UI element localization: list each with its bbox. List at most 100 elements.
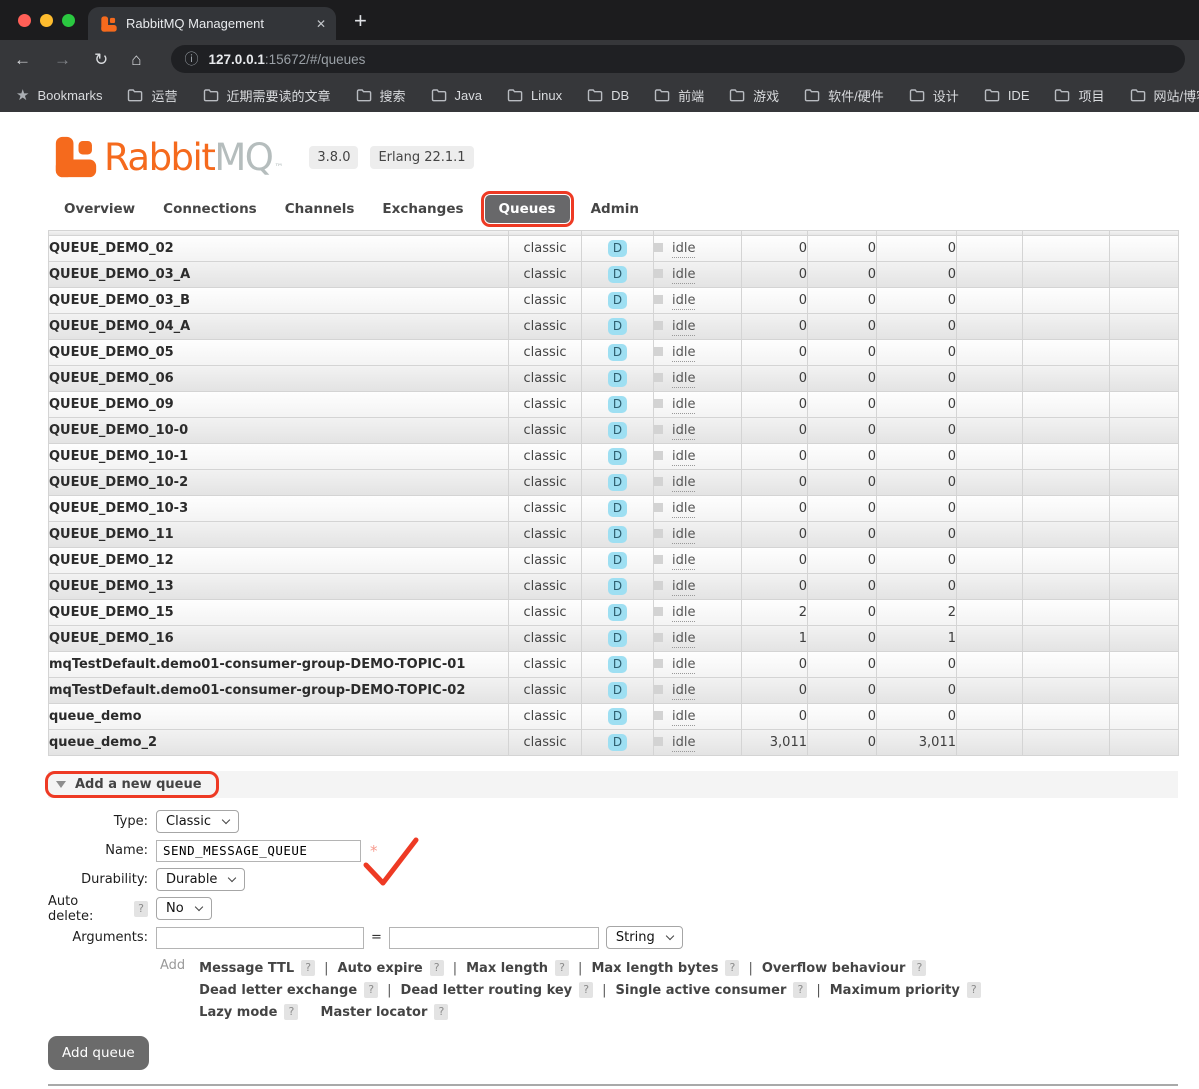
ready-cell: 0	[742, 366, 808, 392]
help-icon[interactable]: ?	[434, 1004, 448, 1020]
argument-link[interactable]: Dead letter exchange	[199, 983, 357, 998]
bookmark-folder[interactable]: 前端	[654, 86, 704, 105]
bookmark-label: 网站/博客/文章/工具	[1154, 86, 1199, 105]
reload-icon[interactable]: ↻	[94, 51, 108, 68]
argument-link[interactable]: Single active consumer	[616, 983, 787, 998]
queue-name-cell[interactable]: queue_demo_2	[49, 730, 509, 756]
queue-name-cell[interactable]: QUEUE_DEMO_05	[49, 340, 509, 366]
add-queue-button[interactable]: Add queue	[48, 1036, 149, 1070]
new-tab-button[interactable]: +	[354, 10, 367, 32]
bookmark-folder[interactable]: Java	[431, 86, 482, 105]
auto-delete-select[interactable]: No	[156, 897, 212, 920]
fullscreen-window-button[interactable]	[62, 14, 75, 27]
queue-type-cell: classic	[509, 470, 582, 496]
bookmark-folder[interactable]: DB	[587, 86, 629, 105]
add-queue-section-toggle[interactable]: Add a new queue	[45, 771, 219, 798]
queue-name-cell[interactable]: QUEUE_DEMO_12	[49, 548, 509, 574]
queue-name-cell[interactable]: queue_demo	[49, 704, 509, 730]
table-row: QUEUE_DEMO_03_AclassicDidle000	[49, 262, 1179, 288]
argument-link[interactable]: Overflow behaviour	[762, 961, 906, 976]
queue-name-input[interactable]	[156, 840, 361, 862]
cell-rate-ack-cell	[1110, 548, 1179, 574]
state-indicator-icon	[654, 321, 663, 330]
queue-name-cell[interactable]: QUEUE_DEMO_13	[49, 574, 509, 600]
bookmark-folder[interactable]: 网站/博客/文章/工具	[1130, 86, 1199, 105]
forward-icon[interactable]: →	[54, 51, 71, 68]
queue-name-cell[interactable]: QUEUE_DEMO_10-2	[49, 470, 509, 496]
bookmarks-menu[interactable]: ★ Bookmarks	[16, 86, 102, 104]
home-icon[interactable]: ⌂	[131, 51, 141, 68]
help-icon[interactable]: ?	[284, 1004, 298, 1020]
bookmark-folder[interactable]: 项目	[1054, 86, 1104, 105]
queue-name-cell[interactable]: QUEUE_DEMO_02	[49, 236, 509, 262]
bookmark-folder[interactable]: 运营	[127, 86, 177, 105]
back-icon[interactable]: ←	[14, 51, 31, 68]
argument-link[interactable]: Maximum priority	[830, 983, 960, 998]
bookmark-folder[interactable]: 设计	[909, 86, 959, 105]
tab-connections[interactable]: Connections	[149, 195, 271, 223]
queue-name-cell[interactable]: QUEUE_DEMO_10-0	[49, 418, 509, 444]
argument-link[interactable]: Auto expire	[338, 961, 423, 976]
help-icon[interactable]: ?	[912, 960, 926, 976]
queue-name-cell[interactable]: QUEUE_DEMO_06	[49, 366, 509, 392]
help-icon[interactable]: ?	[430, 960, 444, 976]
queue-name-cell[interactable]: QUEUE_DEMO_10-3	[49, 496, 509, 522]
argument-link[interactable]: Max length	[466, 961, 548, 976]
total-cell: 0	[877, 444, 957, 470]
tab-queues[interactable]: Queues	[485, 195, 570, 223]
bookmark-folder[interactable]: Linux	[507, 86, 562, 105]
close-window-button[interactable]	[18, 14, 31, 27]
minimize-window-button[interactable]	[40, 14, 53, 27]
site-info-icon[interactable]: ⓘ	[185, 49, 199, 69]
bookmark-folder[interactable]: 游戏	[729, 86, 779, 105]
queue-name-cell[interactable]: QUEUE_DEMO_03_B	[49, 288, 509, 314]
argument-link[interactable]: Lazy mode	[199, 1005, 277, 1020]
bookmark-folder[interactable]: IDE	[984, 86, 1030, 105]
durability-select[interactable]: Durable	[156, 868, 245, 891]
tab-overview[interactable]: Overview	[50, 195, 149, 223]
type-select[interactable]: Classic	[156, 810, 239, 833]
cell-rate-incoming-cell	[957, 340, 1023, 366]
queue-name-cell[interactable]: mqTestDefault.demo01-consumer-group-DEMO…	[49, 652, 509, 678]
tab-channels[interactable]: Channels	[271, 195, 369, 223]
queue-name-cell[interactable]: mqTestDefault.demo01-consumer-group-DEMO…	[49, 678, 509, 704]
argument-link[interactable]: Message TTL	[199, 961, 294, 976]
argument-line: Message TTL?|Auto expire?|Max length?|Ma…	[199, 957, 981, 979]
auto-delete-select-value: No	[166, 901, 184, 916]
help-icon[interactable]: ?	[364, 982, 378, 998]
url-field[interactable]: ⓘ 127.0.0.1 :15672/#/queues	[171, 45, 1185, 73]
queue-type-cell: classic	[509, 418, 582, 444]
help-icon[interactable]: ?	[301, 960, 315, 976]
total-cell: 0	[877, 470, 957, 496]
cell-rate-incoming-cell	[957, 418, 1023, 444]
queue-name-cell[interactable]: QUEUE_DEMO_16	[49, 626, 509, 652]
queue-name-cell[interactable]: QUEUE_DEMO_09	[49, 392, 509, 418]
browser-tab[interactable]: RabbitMQ Management ✕	[88, 7, 336, 40]
help-icon[interactable]: ?	[579, 982, 593, 998]
queue-name-cell[interactable]: QUEUE_DEMO_04_A	[49, 314, 509, 340]
argument-key-input[interactable]	[156, 927, 364, 949]
bookmark-folder[interactable]: 近期需要读的文章	[203, 86, 331, 105]
queue-features-cell: D	[582, 652, 654, 678]
tab-admin[interactable]: Admin	[577, 195, 653, 223]
help-icon[interactable]: ?	[967, 982, 981, 998]
argument-value-input[interactable]	[389, 927, 599, 949]
argument-link[interactable]: Master locator	[321, 1005, 428, 1020]
queue-name-cell[interactable]: QUEUE_DEMO_15	[49, 600, 509, 626]
tab-exchanges[interactable]: Exchanges	[368, 195, 477, 223]
queue-name-cell[interactable]: QUEUE_DEMO_03_A	[49, 262, 509, 288]
folder-icon	[909, 89, 925, 102]
bookmark-folder[interactable]: 搜索	[356, 86, 406, 105]
argument-link[interactable]: Max length bytes	[591, 961, 718, 976]
queue-name-cell[interactable]: QUEUE_DEMO_10-1	[49, 444, 509, 470]
argument-link[interactable]: Dead letter routing key	[401, 983, 573, 998]
queue-name-cell[interactable]: QUEUE_DEMO_11	[49, 522, 509, 548]
durable-badge: D	[608, 344, 627, 361]
help-icon[interactable]: ?	[793, 982, 807, 998]
help-icon[interactable]: ?	[134, 901, 148, 917]
help-icon[interactable]: ?	[555, 960, 569, 976]
bookmark-folder[interactable]: 软件/硬件	[804, 86, 884, 105]
help-icon[interactable]: ?	[725, 960, 739, 976]
close-tab-icon[interactable]: ✕	[316, 17, 326, 31]
argument-type-select[interactable]: String	[606, 926, 683, 949]
